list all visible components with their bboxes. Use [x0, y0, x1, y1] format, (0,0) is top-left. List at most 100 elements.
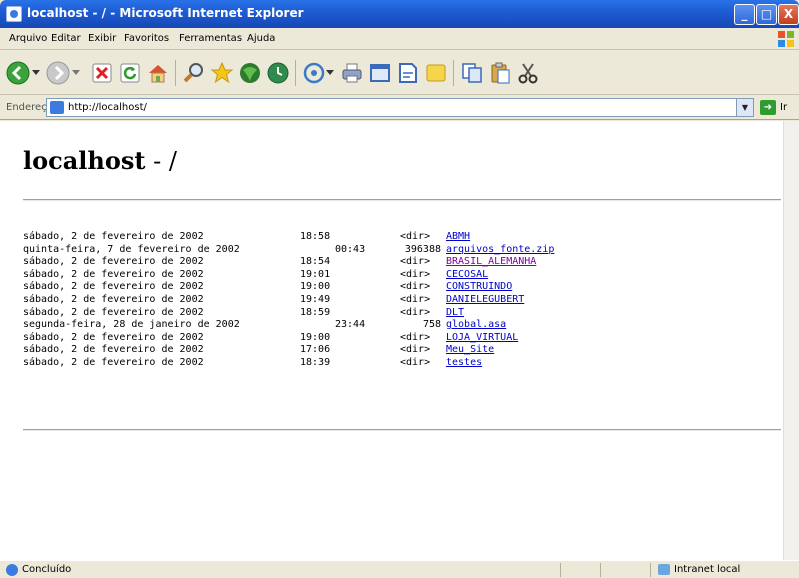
- menu-arquivo[interactable]: Arquivo: [9, 33, 47, 44]
- listing-time: 19:00: [300, 331, 331, 343]
- favorites-icon[interactable]: [208, 59, 236, 87]
- menu-editar[interactable]: Editar: [51, 33, 81, 44]
- listing-date: sábado, 2 de fevereiro de 2002: [23, 281, 204, 293]
- address-dropdown-icon[interactable]: ▼: [736, 99, 753, 116]
- listing-link[interactable]: arquivos_fonte.zip: [446, 244, 554, 257]
- status-bar: Concluído Intranet local: [0, 560, 799, 578]
- copy-icon[interactable]: [458, 59, 486, 87]
- edit-icon[interactable]: [366, 59, 394, 87]
- listing-date: sábado, 2 de fevereiro de 2002: [23, 256, 204, 268]
- status-divider: [650, 563, 651, 577]
- listing-size: <dir>: [400, 344, 431, 356]
- listing-time: 18:39: [300, 356, 331, 368]
- close-button[interactable]: X: [778, 4, 799, 25]
- address-bar: Endereço http://localhost/ ▼ ➜ Ir: [0, 95, 799, 120]
- mail-dropdown-icon[interactable]: [324, 59, 336, 87]
- history-icon[interactable]: [264, 59, 292, 87]
- listing-date: quinta-feira, 7 de fevereiro de 2002: [23, 243, 240, 255]
- security-zone-text: Intranet local: [674, 564, 741, 575]
- maximize-button[interactable]: □: [756, 4, 777, 25]
- menu-ferramentas[interactable]: Ferramentas: [179, 33, 242, 44]
- media-icon[interactable]: [236, 59, 264, 87]
- standard-toolbar: [0, 51, 799, 95]
- page-content: localhost - / sábado, 2 de fevereiro de …: [0, 121, 799, 560]
- menu-exibir[interactable]: Exibir: [88, 33, 116, 44]
- listing-time: 17:06: [300, 344, 331, 356]
- listing-size: <dir>: [400, 256, 431, 268]
- listing-date: segunda-feira, 28 de janeiro de 2002: [23, 319, 240, 331]
- forward-dropdown-icon[interactable]: [70, 59, 82, 87]
- back-dropdown-icon[interactable]: [30, 59, 42, 87]
- listing-size: <dir>: [400, 231, 431, 242]
- address-input[interactable]: http://localhost/ ▼: [46, 98, 754, 117]
- go-button[interactable]: Ir: [780, 102, 787, 113]
- address-url[interactable]: http://localhost/: [68, 102, 147, 113]
- listing-date: sábado, 2 de fevereiro de 2002: [23, 306, 204, 318]
- listing-link[interactable]: global.asa: [446, 319, 506, 332]
- windows-logo-icon: [778, 31, 794, 47]
- forward-icon[interactable]: [44, 59, 72, 87]
- listing-link[interactable]: BRASIL_ALEMANHA: [446, 256, 536, 269]
- stop-icon[interactable]: [88, 59, 116, 87]
- paste-icon[interactable]: [486, 59, 514, 87]
- listing-link[interactable]: Meu_Site: [446, 344, 494, 357]
- page-title-path: - /: [145, 147, 177, 175]
- print-icon[interactable]: [338, 59, 366, 87]
- listing-link[interactable]: DLT: [446, 307, 464, 320]
- vertical-scrollbar[interactable]: [783, 121, 799, 560]
- status-divider: [600, 563, 601, 577]
- bottom-divider: [23, 429, 781, 431]
- listing-time: 18:59: [300, 306, 331, 318]
- messenger-icon[interactable]: [422, 59, 450, 87]
- home-icon[interactable]: [144, 59, 172, 87]
- page-title: localhost - /: [23, 146, 177, 175]
- menu-bar: Arquivo Editar Exibir Favoritos Ferramen…: [0, 28, 799, 50]
- listing-size: 396388: [404, 243, 441, 255]
- listing-link[interactable]: DANIELEGUBERT: [446, 294, 524, 307]
- listing-date: sábado, 2 de fevereiro de 2002: [23, 356, 204, 368]
- refresh-icon[interactable]: [116, 59, 144, 87]
- listing-size: <dir>: [400, 268, 431, 280]
- listing-size: 758: [422, 319, 441, 331]
- listing-time: 18:54: [300, 256, 331, 268]
- listing-date: sábado, 2 de fevereiro de 2002: [23, 293, 204, 305]
- cut-icon[interactable]: [514, 59, 542, 87]
- listing-date: sábado, 2 de fevereiro de 2002: [23, 331, 204, 343]
- discuss-icon[interactable]: [394, 59, 422, 87]
- page-favicon-icon: [50, 101, 64, 114]
- back-icon[interactable]: [4, 59, 32, 87]
- listing-date: sábado, 2 de fevereiro de 2002: [23, 268, 204, 280]
- top-divider: [23, 199, 781, 201]
- status-text: Concluído: [22, 564, 72, 575]
- listing-date: sábado, 2 de fevereiro de 2002: [23, 344, 204, 356]
- intranet-zone-icon: [658, 564, 670, 575]
- listing-link[interactable]: LOJA_VIRTUAL: [446, 332, 518, 345]
- listing-date: sábado, 2 de fevereiro de 2002: [23, 231, 204, 242]
- toolbar-separator: [453, 60, 454, 86]
- listing-time: 19:49: [300, 293, 331, 305]
- window-title: localhost - / - Microsoft Internet Explo…: [27, 6, 304, 20]
- title-bar[interactable]: localhost - / - Microsoft Internet Explo…: [0, 0, 799, 28]
- page-done-icon: [6, 564, 18, 576]
- page-title-host: localhost: [23, 146, 146, 175]
- listing-time: 18:58: [300, 231, 331, 242]
- listing-time: 19:01: [300, 268, 331, 280]
- listing-size: <dir>: [400, 281, 431, 293]
- go-arrow-icon[interactable]: ➜: [760, 100, 776, 115]
- listing-time: 00:43: [335, 243, 366, 255]
- toolbar-separator: [175, 60, 176, 86]
- listing-link[interactable]: CONSTRUINDO: [446, 281, 512, 294]
- menu-ajuda[interactable]: Ajuda: [247, 33, 275, 44]
- listing-time: 19:00: [300, 281, 331, 293]
- minimize-button[interactable]: _: [734, 4, 755, 25]
- search-icon[interactable]: [180, 59, 208, 87]
- listing-link[interactable]: CECOSAL: [446, 269, 488, 282]
- listing-link[interactable]: testes: [446, 357, 482, 370]
- menu-favoritos[interactable]: Favoritos: [124, 33, 169, 44]
- listing-link[interactable]: ABMH: [446, 231, 470, 244]
- toolbar-separator: [295, 60, 296, 86]
- listing-size: <dir>: [400, 331, 431, 343]
- ie-page-icon: [6, 6, 22, 22]
- status-divider: [560, 563, 561, 577]
- listing-time: 23:44: [335, 319, 366, 331]
